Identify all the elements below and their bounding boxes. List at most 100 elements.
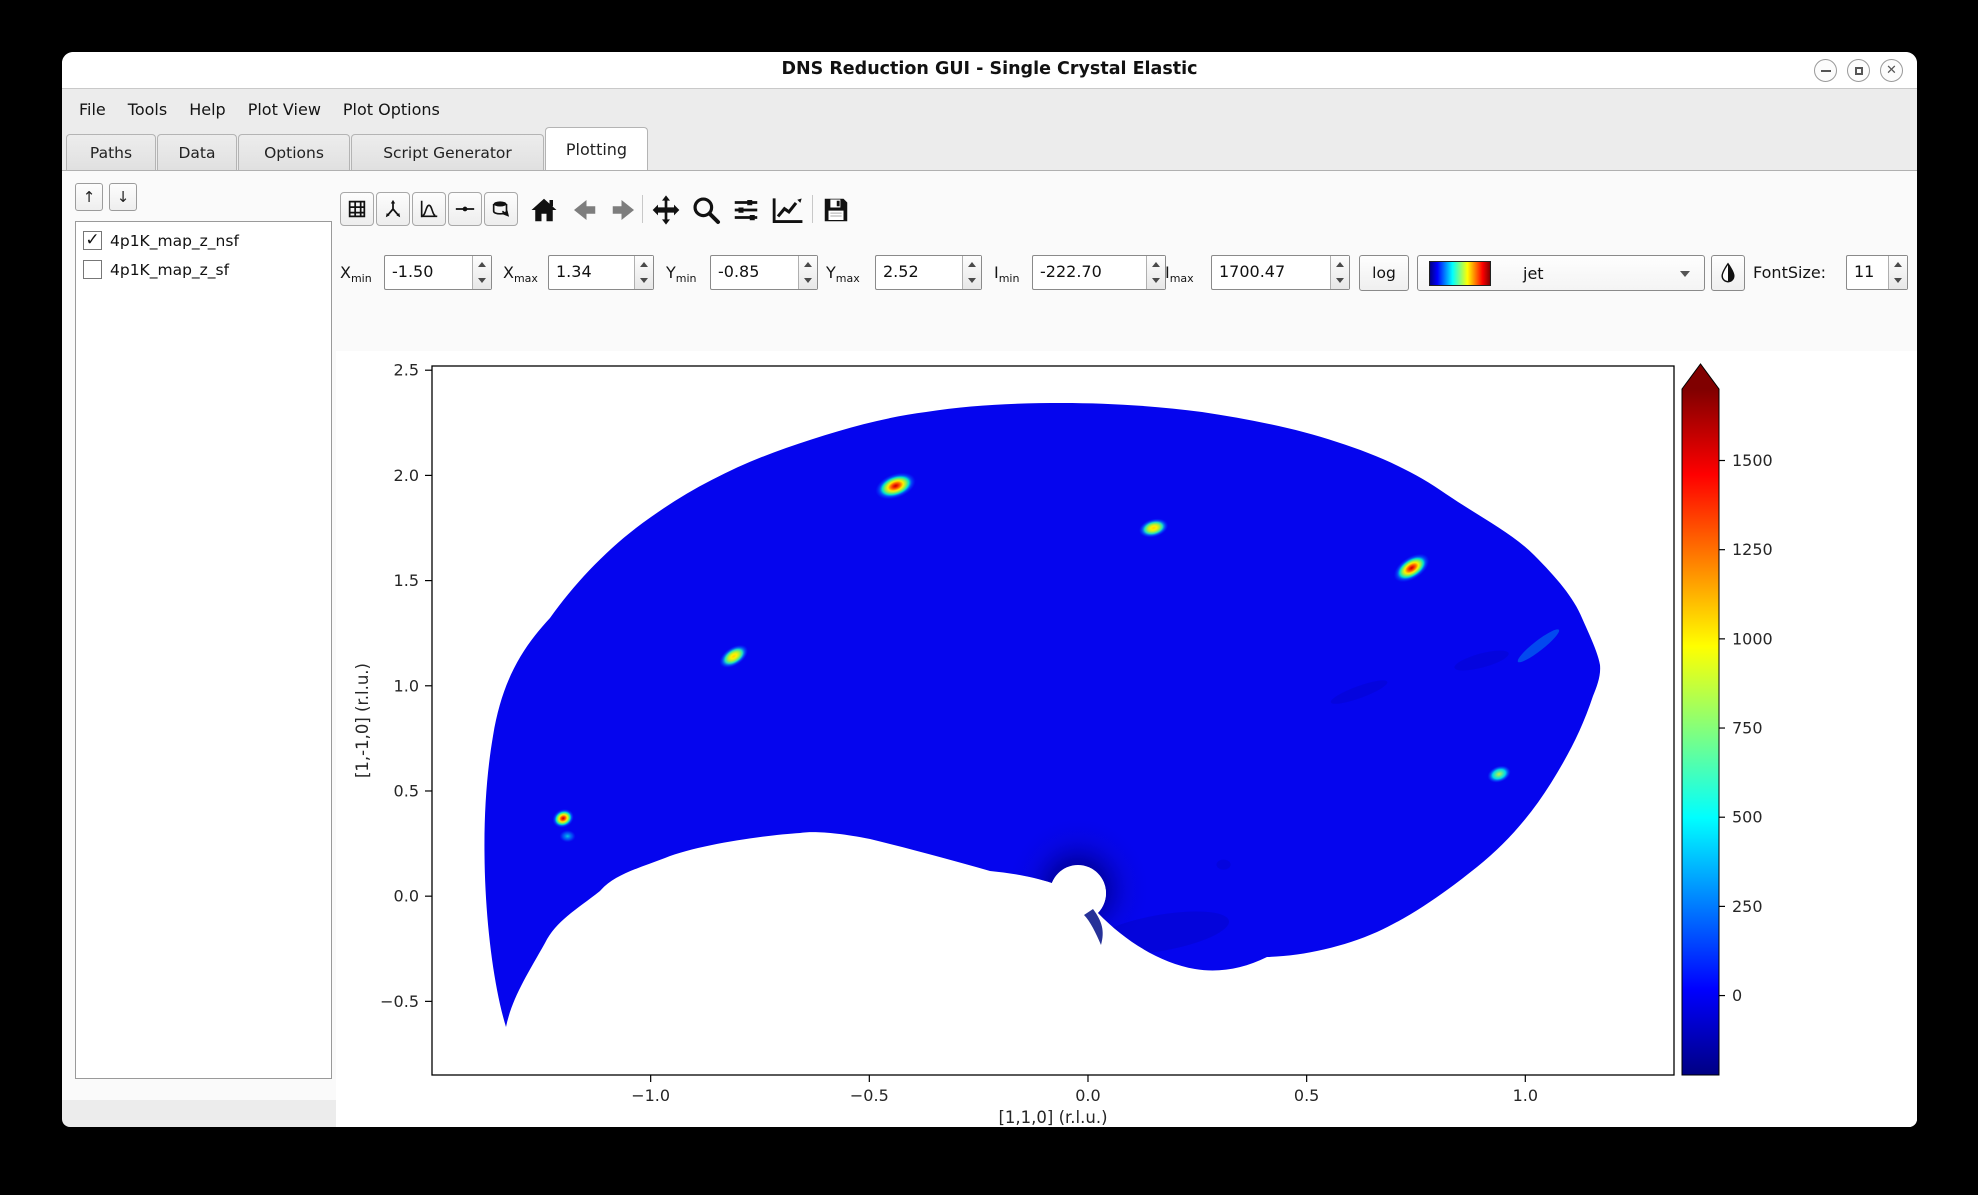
database-icon xyxy=(490,198,512,220)
forward-button[interactable] xyxy=(606,192,642,228)
ymin-value[interactable]: -0.85 xyxy=(711,256,798,289)
figure-options-button[interactable] xyxy=(766,192,808,228)
imin-value[interactable]: -222.70 xyxy=(1033,256,1146,289)
colorbar-tick-label: 1000 xyxy=(1732,629,1773,648)
pan-button[interactable] xyxy=(648,192,684,228)
subplot-config-button[interactable] xyxy=(728,192,764,228)
close-icon: ✕ xyxy=(1886,64,1897,77)
tab-script-generator[interactable]: Script Generator xyxy=(351,134,544,170)
spin-up[interactable] xyxy=(963,256,981,273)
spin-buttons[interactable] xyxy=(962,256,981,289)
spin-buttons[interactable] xyxy=(1330,256,1349,289)
spin-buttons[interactable] xyxy=(1888,256,1907,289)
chevron-down-icon xyxy=(1680,271,1690,277)
save-icon xyxy=(821,195,851,225)
toolbar-separator xyxy=(642,195,643,223)
line-chart-icon xyxy=(769,194,805,226)
x-tick-label: 1.0 xyxy=(1513,1086,1538,1105)
grid-button[interactable] xyxy=(340,192,374,226)
xmin-spinbox[interactable]: -1.50 xyxy=(384,255,492,290)
menu-help[interactable]: Help xyxy=(178,96,236,123)
colormap-swatch xyxy=(1429,261,1491,286)
sliders-icon xyxy=(731,195,761,225)
colorbar-tick-label: 750 xyxy=(1732,719,1763,738)
colormap-dropdown[interactable]: jet xyxy=(1417,255,1705,291)
spin-up[interactable] xyxy=(473,256,491,273)
spin-buttons[interactable] xyxy=(472,256,491,289)
ymin-spinbox[interactable]: -0.85 xyxy=(710,255,818,290)
crystal-axes-button[interactable] xyxy=(376,192,410,226)
plotting-tab-content: ↑ ↓ ✓ 4p1K_map_z_nsf 4p1K_map_z_sf xyxy=(62,170,1917,1100)
fontsize-value[interactable]: 11 xyxy=(1847,256,1888,289)
back-button[interactable] xyxy=(566,192,602,228)
checkbox-unchecked[interactable] xyxy=(83,260,102,279)
spin-down[interactable] xyxy=(799,273,817,290)
ymax-spinbox[interactable]: 2.52 xyxy=(875,255,982,290)
imax-spinbox[interactable]: 1700.47 xyxy=(1211,255,1350,290)
spin-up[interactable] xyxy=(1331,256,1349,273)
plot-canvas[interactable]: −1.0−0.50.00.51.02.52.01.51.00.50.0−0.5[… xyxy=(336,351,1917,1127)
datalist-button[interactable] xyxy=(484,192,518,226)
spin-down[interactable] xyxy=(1331,273,1349,290)
menu-plot-view[interactable]: Plot View xyxy=(237,96,332,123)
magnifier-icon xyxy=(690,194,722,226)
colormap-value: jet xyxy=(1523,264,1544,283)
invert-colormap-button[interactable] xyxy=(1711,255,1745,291)
fontsize-spinbox[interactable]: 11 xyxy=(1846,255,1908,290)
save-button[interactable] xyxy=(818,192,854,228)
spin-up[interactable] xyxy=(635,256,653,273)
minimize-button[interactable] xyxy=(1814,59,1837,82)
spin-up[interactable] xyxy=(799,256,817,273)
spin-up[interactable] xyxy=(1147,256,1165,273)
tab-paths[interactable]: Paths xyxy=(66,134,156,170)
x-tick-label: −1.0 xyxy=(631,1086,670,1105)
xmin-value[interactable]: -1.50 xyxy=(385,256,472,289)
zoom-button[interactable] xyxy=(688,192,724,228)
spin-buttons[interactable] xyxy=(634,256,653,289)
spin-buttons[interactable] xyxy=(1146,256,1165,289)
list-item[interactable]: ✓ 4p1K_map_z_nsf xyxy=(78,226,329,255)
tri-axis-icon xyxy=(382,198,404,220)
spin-down[interactable] xyxy=(1147,273,1165,290)
spin-down[interactable] xyxy=(1889,273,1907,290)
workspace-list[interactable]: ✓ 4p1K_map_z_nsf 4p1K_map_z_sf xyxy=(75,221,332,1079)
tab-options[interactable]: Options xyxy=(238,134,350,170)
ymin-label: Ymin xyxy=(666,263,697,285)
colorbar-tick-label: 1250 xyxy=(1732,540,1773,559)
move-up-button[interactable]: ↑ xyxy=(75,183,103,211)
pan-icon xyxy=(650,194,682,226)
imax-value[interactable]: 1700.47 xyxy=(1212,256,1330,289)
close-button[interactable]: ✕ xyxy=(1880,59,1903,82)
spin-down[interactable] xyxy=(963,273,981,290)
menu-plot-options[interactable]: Plot Options xyxy=(332,96,451,123)
move-down-button[interactable]: ↓ xyxy=(109,183,137,211)
faint-smudge xyxy=(1217,860,1231,870)
spin-buttons[interactable] xyxy=(798,256,817,289)
maximize-button[interactable] xyxy=(1847,59,1870,82)
fontsize-label: FontSize: xyxy=(1753,263,1826,282)
spin-up[interactable] xyxy=(1889,256,1907,273)
checkbox-checked[interactable]: ✓ xyxy=(83,231,102,250)
menu-file[interactable]: File xyxy=(68,96,117,123)
tab-data[interactable]: Data xyxy=(157,134,237,170)
x-tick-label: 0.0 xyxy=(1075,1086,1100,1105)
xmax-spinbox[interactable]: 1.34 xyxy=(548,255,654,290)
tab-plotting[interactable]: Plotting xyxy=(545,127,648,170)
colorbar-tick-label: 0 xyxy=(1732,986,1742,1005)
menu-tools[interactable]: Tools xyxy=(117,96,178,123)
projection-button[interactable] xyxy=(412,192,446,226)
x-tick-label: 0.5 xyxy=(1294,1086,1319,1105)
home-button[interactable] xyxy=(526,192,562,228)
y-tick-label: 0.5 xyxy=(394,781,419,800)
home-icon xyxy=(529,195,559,225)
imin-spinbox[interactable]: -222.70 xyxy=(1032,255,1166,290)
list-item[interactable]: 4p1K_map_z_sf xyxy=(78,255,329,284)
colorbar-tick-label: 500 xyxy=(1732,808,1763,827)
spin-down[interactable] xyxy=(635,273,653,290)
minimize-icon xyxy=(1821,70,1831,72)
log-button[interactable]: log xyxy=(1359,255,1409,291)
spin-down[interactable] xyxy=(473,273,491,290)
xmax-value[interactable]: 1.34 xyxy=(549,256,634,289)
linestyle-button[interactable] xyxy=(448,192,482,226)
ymax-value[interactable]: 2.52 xyxy=(876,256,962,289)
